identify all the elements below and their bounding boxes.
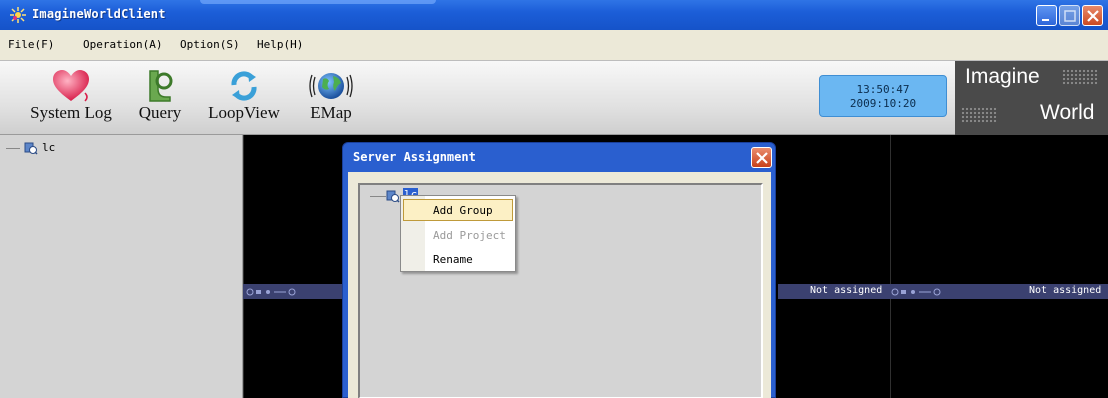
app-icon <box>10 7 26 23</box>
clock-date: 2009:10:20 <box>849 97 917 110</box>
menu-help[interactable]: Help(H) <box>257 38 303 51</box>
menu-operation[interactable]: Operation(A) <box>83 38 162 51</box>
video-divider <box>890 135 891 398</box>
channel-status-text: Not assigned <box>810 285 883 296</box>
brand-logo: Imagine World <box>955 61 1108 135</box>
add-group-label: Add Group <box>433 204 493 217</box>
tree-connector-line <box>370 196 386 197</box>
query-label: Query <box>138 103 182 122</box>
channel-status-icons <box>246 288 296 296</box>
maximize-button[interactable] <box>1059 5 1080 26</box>
menu-bar: File(F) Operation(A) Option(S) Help(H) <box>0 30 1108 60</box>
tree-node-label: lc <box>42 141 56 154</box>
heart-icon <box>53 70 89 102</box>
close-icon <box>756 152 768 164</box>
add-project-menu-item[interactable]: Add Project <box>403 224 513 246</box>
system-log-label: System Log <box>30 103 112 122</box>
title-bar-accent <box>200 0 436 4</box>
toolbar: System Log Query LoopView EMap 13:50:47 … <box>0 60 1108 135</box>
channel-status-text: Not assigned <box>1029 285 1102 296</box>
menu-file[interactable]: File(F) <box>8 38 54 51</box>
maximize-icon <box>1064 10 1076 22</box>
globe-icon <box>309 73 353 99</box>
dialog-close-button[interactable] <box>751 147 772 168</box>
dialog-title: Server Assignment <box>353 150 476 164</box>
minimize-button[interactable] <box>1036 5 1057 26</box>
clock-time: 13:50:47 <box>856 83 910 96</box>
tree-connector-line <box>6 148 20 149</box>
emap-button[interactable]: EMap <box>298 61 364 135</box>
clock-display: 13:50:47 2009:10:20 <box>819 75 947 117</box>
query-icon <box>149 70 173 102</box>
system-log-button[interactable]: System Log <box>28 61 114 135</box>
rename-label: Rename <box>433 253 473 266</box>
rename-menu-item[interactable]: Rename <box>403 248 513 270</box>
brand-dots-decoration <box>1062 69 1098 85</box>
window-title: ImagineWorldClient <box>32 7 166 21</box>
refresh-icon <box>231 71 257 101</box>
video-divider <box>243 135 244 398</box>
add-group-menu-item[interactable]: Add Group <box>403 199 513 221</box>
video-status-bar: Not assigned Not assigned <box>778 284 1108 299</box>
loopview-button[interactable]: LoopView <box>204 61 284 135</box>
app-window: ImagineWorldClient File(F) Operation(A) … <box>0 0 1108 398</box>
brand-word-imagine: Imagine <box>965 65 1040 88</box>
tree-context-menu: Add Group Add Project Rename <box>400 195 516 272</box>
brand-word-world: World <box>1040 101 1095 124</box>
device-tree-panel: lc <box>0 135 243 398</box>
channel-status-icons <box>891 288 941 296</box>
brand-dots-decoration <box>961 107 997 123</box>
minimize-icon <box>1042 19 1049 21</box>
loopview-label: LoopView <box>208 103 280 122</box>
close-icon <box>1087 10 1099 22</box>
menu-option[interactable]: Option(S) <box>180 38 240 51</box>
server-node-icon <box>24 142 38 155</box>
query-button[interactable]: Query <box>128 61 192 135</box>
title-bar[interactable]: ImagineWorldClient <box>0 0 1108 30</box>
emap-label: EMap <box>310 103 352 122</box>
add-project-label: Add Project <box>433 229 506 242</box>
server-node-icon <box>386 190 400 203</box>
video-status-bar <box>243 284 343 299</box>
close-button[interactable] <box>1082 5 1103 26</box>
